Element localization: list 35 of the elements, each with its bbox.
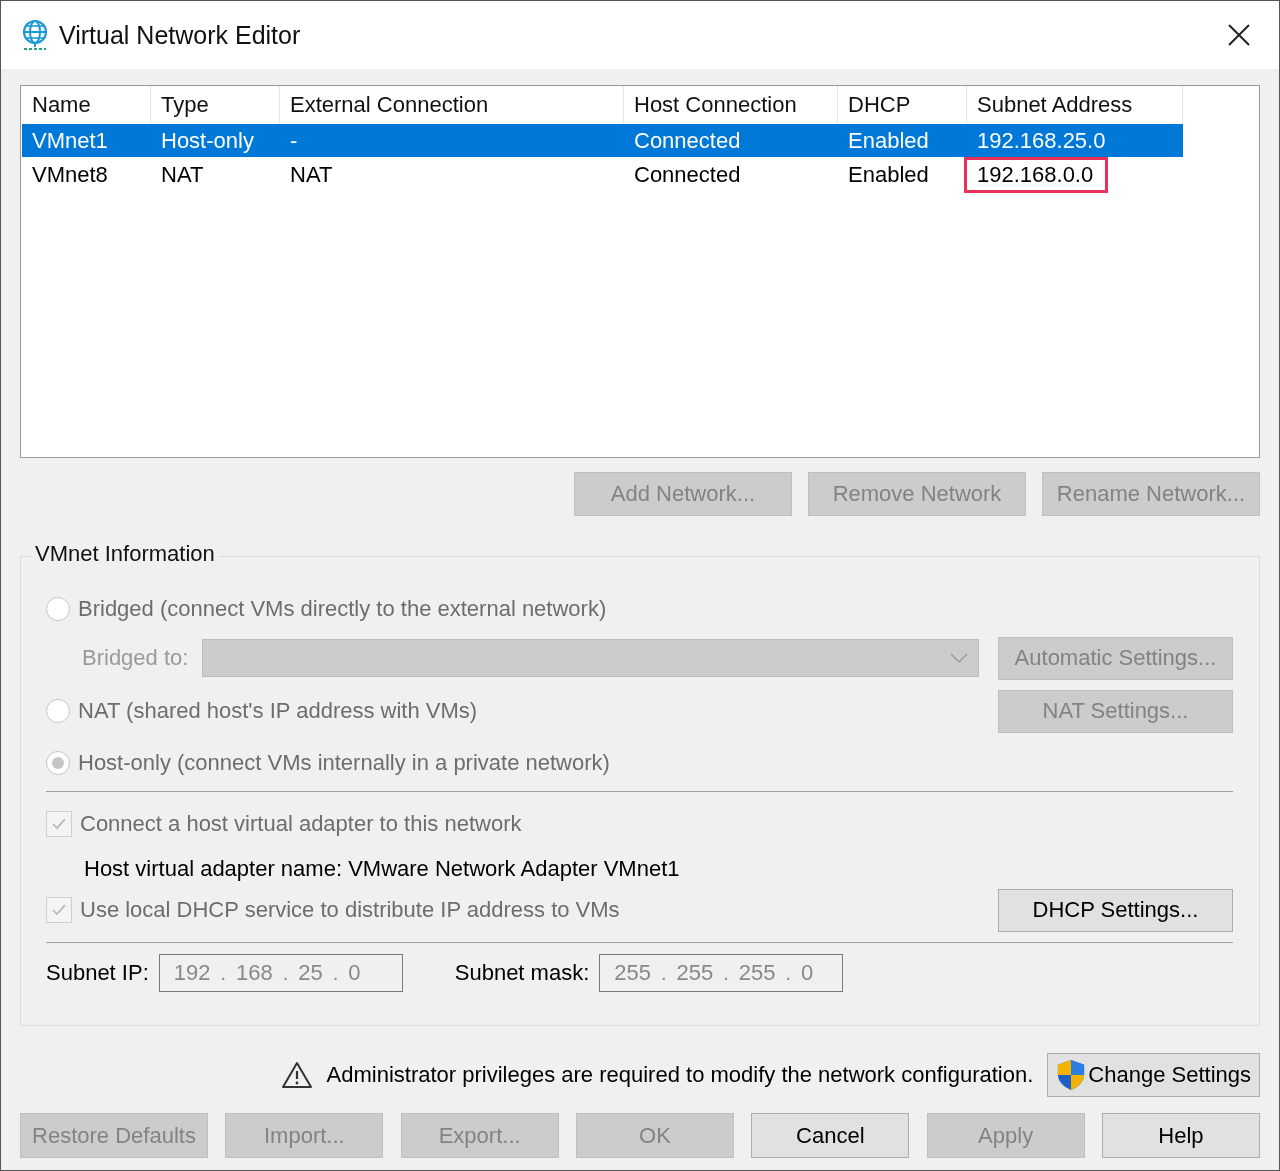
warning-icon [280,1061,313,1089]
close-icon [1227,23,1251,47]
table-cell: VMnet1 [32,127,108,154]
table-cell: 192.168.25.0 [977,127,1106,154]
table-cell: Enabled [848,162,929,188]
dialog-button[interactable]: Help [1101,1113,1260,1158]
change-settings-button[interactable]: Change Settings [1047,1053,1260,1097]
adapter-name-text: Host virtual adapter name: VMware Network Adapter VMnet1 [84,856,680,882]
subnet-mask-field[interactable]: 255 . 255 . 255 . 0 [599,954,844,992]
table-cell: VMnet8 [32,162,108,188]
dialog-button[interactable]: Cancel [751,1113,910,1158]
checkbox-label: Connect a host virtual adapter to this network [80,811,522,837]
table-cell: NAT [290,162,333,188]
checkbox-label: Use local DHCP service to distribute IP address to VMs [80,897,620,923]
field-label: Subnet IP: [46,960,149,986]
table-cell: Enabled [848,127,929,154]
shield-icon [1056,1059,1087,1091]
table-cell: - [290,127,298,154]
notice-text: Administrator privileges are required to modify the network configuration. [326,1062,1034,1088]
table-row[interactable]: VMnet1 Host-only - Connected Enabled 192.168.25.0 [22,124,1183,157]
field-label: Subnet mask: [454,960,590,986]
chevron-down-icon [950,653,969,663]
globe-icon [21,19,49,51]
window-title: Virtual Network Editor [59,20,302,50]
radio-label: Host-only (connect VMs internally in a private network) [78,750,610,776]
radio-label: Bridged (connect VMs directly to the external network) [78,596,607,622]
table-cell: Host-only [161,127,254,154]
table-cell: NAT [161,162,204,188]
highlighted-cell: 192.168.0.0 [964,157,1109,193]
table-cell: Connected [634,127,741,154]
table-row[interactable]: VMnet8 NAT NAT Connected Enabled 192.168.0.0 [22,157,1183,193]
radio-label: NAT (shared host's IP address with VMs) [78,698,478,724]
subnet-ip-field[interactable]: 192 . 168 . 25 . 0 [158,954,403,992]
table-cell: Connected [634,162,741,188]
dropdown-label: Bridged to: [82,645,189,671]
